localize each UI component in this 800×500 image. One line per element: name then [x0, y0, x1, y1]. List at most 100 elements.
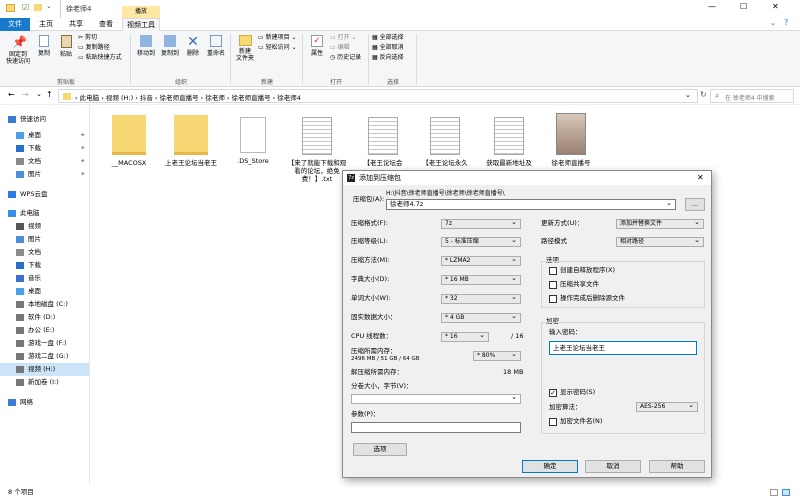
recent-locations-icon[interactable]: ⌄	[36, 90, 42, 98]
rename-button[interactable]: 重命名	[204, 35, 228, 57]
format-select[interactable]: 7z	[441, 218, 521, 229]
show-password-checkbox[interactable]: ✓	[549, 389, 557, 397]
breadcrumb-item[interactable]: 徐老师直播号	[160, 94, 199, 102]
file-item[interactable]: __MACOSX	[99, 113, 159, 167]
ok-button[interactable]: 确定	[522, 460, 578, 473]
file-item[interactable]: 【老王论坛会	[353, 113, 413, 167]
params-input[interactable]	[351, 422, 521, 433]
sidebar-item[interactable]: 视频	[0, 220, 90, 233]
easy-access-button[interactable]: ▭ 轻松访问 ⌄	[258, 43, 297, 52]
split-select[interactable]	[351, 393, 521, 404]
cancel-button[interactable]: 取消	[585, 460, 641, 473]
close-button[interactable]: ✕	[772, 2, 779, 11]
pin-icon[interactable]: ✦	[80, 129, 85, 142]
search-input[interactable]: 在 徐老师4 中搜索	[725, 93, 775, 102]
mem-percent-select[interactable]: * 80%	[473, 350, 521, 361]
tab-home[interactable]: 主页	[32, 18, 60, 31]
sfx-checkbox[interactable]	[549, 267, 557, 275]
select-all-button[interactable]: ▦ 全部选择	[372, 33, 404, 42]
archive-history-icon[interactable]: ⌄	[666, 199, 672, 208]
paste-button[interactable]: 粘贴	[56, 35, 76, 58]
tab-play[interactable]: 播放	[122, 6, 160, 18]
breadcrumb-item[interactable]: 徐老师直播号	[232, 94, 271, 102]
invert-selection-button[interactable]: ▦ 反向选择	[372, 53, 404, 62]
path-mode-select[interactable]: 相对路径	[616, 236, 704, 247]
dialog-close-button[interactable]: ✕	[697, 171, 704, 185]
breadcrumb-separator-icon[interactable]: ›	[133, 94, 140, 102]
sidebar-item[interactable]: 快速访问	[0, 113, 90, 126]
details-view-icon[interactable]	[770, 489, 778, 496]
sidebar-item[interactable]: 桌面	[0, 285, 90, 298]
sidebar-item[interactable]: 音乐	[0, 272, 90, 285]
file-item[interactable]: 【来了就能下载和观看的论坛，绝免费！】.txt	[287, 113, 347, 183]
history-button[interactable]: ◷ 历史记录	[330, 53, 361, 62]
breadcrumb-separator-icon[interactable]: ›	[153, 94, 160, 102]
delete-button[interactable]: ✕ 删除	[182, 35, 204, 57]
method-select[interactable]: * LZMA2	[441, 255, 521, 266]
help-button[interactable]: 帮助	[649, 460, 705, 473]
expand-ribbon-icon[interactable]: ⌄	[770, 19, 776, 27]
shared-checkbox[interactable]	[549, 281, 557, 289]
checkmark-icon[interactable]: ☑	[22, 3, 29, 12]
browse-button[interactable]: ...	[685, 198, 705, 211]
sidebar-item[interactable]: 下载 ✦	[0, 142, 90, 155]
sidebar-item[interactable]: 游戏一盘 (F:)	[0, 337, 90, 350]
address-dropdown-icon[interactable]: ⌄	[685, 91, 691, 99]
breadcrumb-item[interactable]: 抖音	[140, 94, 153, 102]
sidebar-item[interactable]: 图片	[0, 233, 90, 246]
refresh-icon[interactable]: ↻	[700, 90, 707, 99]
breadcrumb-item[interactable]: 徐老师	[205, 94, 225, 102]
delete-after-checkbox[interactable]	[549, 295, 557, 303]
breadcrumb-item[interactable]: 徐老师4	[277, 94, 301, 102]
tab-share[interactable]: 共享	[62, 18, 90, 31]
sidebar-item[interactable]: 办公 (E:)	[0, 324, 90, 337]
sidebar-item[interactable]: 网络	[0, 396, 90, 409]
update-select[interactable]: 添加并替换文件	[616, 218, 704, 229]
new-folder-button[interactable]: 新建 文件夹	[234, 35, 256, 62]
select-none-button[interactable]: ▦ 全部取消	[372, 43, 404, 52]
breadcrumb-item[interactable]: 此电脑	[80, 94, 100, 102]
cut-button[interactable]: ✂ 剪切	[78, 33, 97, 42]
sidebar-item[interactable]: 本地磁盘 (C:)	[0, 298, 90, 311]
minimize-button[interactable]: —	[708, 2, 716, 11]
paste-shortcut-button[interactable]: ▭ 粘贴快捷方式	[78, 53, 122, 62]
encryption-method-select[interactable]: AES-256	[636, 401, 698, 412]
sidebar-item[interactable]: 文档	[0, 246, 90, 259]
move-to-button[interactable]: 移动到	[134, 35, 158, 57]
sidebar-item[interactable]: 视频 (H:)	[0, 363, 90, 376]
file-item[interactable]: 【老王论坛永久	[415, 113, 475, 167]
back-arrow-icon[interactable]: ←	[8, 90, 15, 99]
archive-name-input[interactable]: 徐老师4.7z ⌄	[386, 199, 676, 210]
sidebar-item[interactable]: 软件 (D:)	[0, 311, 90, 324]
new-folder-icon[interactable]	[34, 4, 42, 11]
search-box[interactable]: ⌕ 在 徐老师4 中搜索	[710, 89, 794, 103]
cpu-select[interactable]: * 16	[441, 331, 489, 342]
word-select[interactable]: * 32	[441, 293, 521, 304]
file-item[interactable]: 徐老师直播号	[541, 113, 601, 167]
pin-icon[interactable]: ✦	[80, 142, 85, 155]
solid-select[interactable]: * 4 GB	[441, 312, 521, 323]
help-icon[interactable]: ?	[784, 18, 788, 27]
tab-view[interactable]: 查看	[92, 18, 120, 31]
forward-arrow-icon[interactable]: →	[22, 90, 29, 99]
copy-button[interactable]: 复制	[34, 35, 54, 57]
copy-path-button[interactable]: ▭ 复制路径	[78, 43, 110, 52]
breadcrumb-separator-icon[interactable]: ›	[225, 94, 232, 102]
pin-icon[interactable]: ✦	[80, 168, 85, 181]
large-icons-view-icon[interactable]	[782, 489, 790, 496]
new-item-button[interactable]: ▭ 新建项目 ⌄	[258, 33, 297, 42]
customize-arrow-icon[interactable]: ⌄	[46, 2, 52, 10]
sidebar-item[interactable]: WPS云盘	[0, 188, 90, 201]
options-button[interactable]: 选项	[353, 443, 407, 456]
breadcrumb-separator-icon[interactable]: ›	[99, 94, 106, 102]
tab-video-tools[interactable]: 视频工具	[122, 18, 160, 31]
breadcrumb[interactable]: › 此电脑 › 视频 (H:) › 抖音 › 徐老师直播号 › 徐老师 › 徐老…	[58, 89, 698, 103]
password-input[interactable]: 上老王论坛当老王	[549, 341, 697, 355]
sidebar-item[interactable]: 游戏二盘 (G:)	[0, 350, 90, 363]
pin-quick-access-button[interactable]: 📌 固定到 快速访问	[4, 35, 32, 65]
file-item[interactable]: .DS_Store	[223, 113, 283, 165]
file-item[interactable]: 上老王论坛当老王	[161, 113, 221, 167]
up-arrow-icon[interactable]: ↑	[46, 90, 53, 99]
open-button[interactable]: ▭ 打开 ⌄	[330, 33, 357, 42]
sidebar-item[interactable]: 图片 ✦	[0, 168, 90, 181]
